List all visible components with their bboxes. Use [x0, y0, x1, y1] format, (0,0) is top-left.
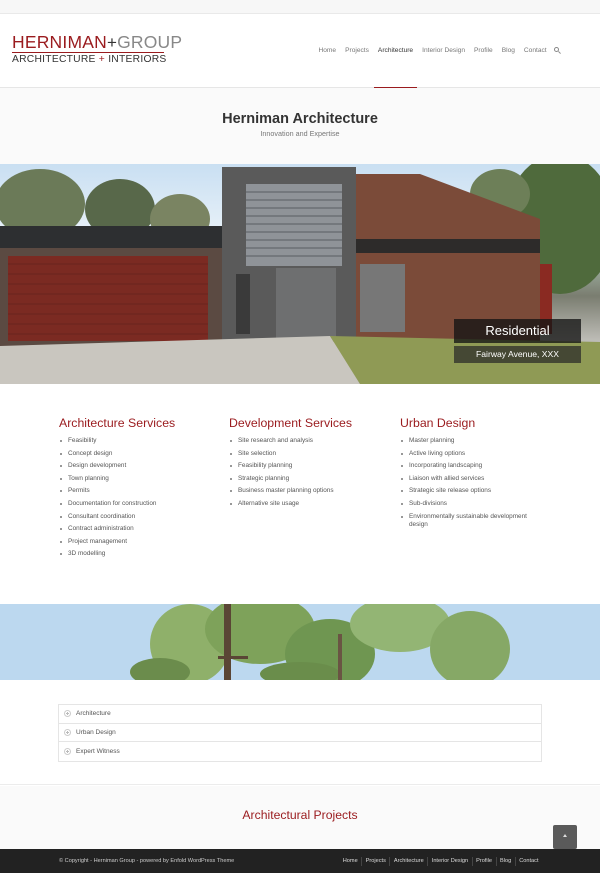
- footer-nav-projects[interactable]: Projects: [361, 856, 389, 866]
- list-item: Town planning: [59, 475, 209, 483]
- nav-projects[interactable]: Projects: [341, 14, 374, 88]
- top-bar: [0, 0, 600, 14]
- scroll-to-top-button[interactable]: [553, 825, 577, 849]
- projects-heading: Architectural Projects: [242, 808, 358, 822]
- footer-nav-home[interactable]: Home: [339, 857, 361, 866]
- list-item: Environmentally sustainable development …: [400, 513, 540, 529]
- footer-nav-blog[interactable]: Blog: [495, 856, 515, 866]
- list-item: 3D modelling: [59, 550, 209, 558]
- accordion: Architecture Urban Design Expert Witness: [58, 704, 542, 763]
- list-item: Contract administration: [59, 525, 209, 533]
- list-item: Documentation for construction: [59, 500, 209, 508]
- list-item: Business master planning options: [229, 487, 379, 495]
- logo-rule: [12, 52, 164, 53]
- accordion-label: Expert Witness: [76, 748, 120, 756]
- plus-icon: [64, 710, 71, 718]
- list-item: Active living options: [400, 450, 540, 458]
- accordion-item-expert-witness[interactable]: Expert Witness: [59, 742, 541, 761]
- list-item: Site selection: [229, 450, 379, 458]
- nav-architecture[interactable]: Architecture: [373, 14, 417, 89]
- service-list: Site research and analysis Site selectio…: [229, 437, 379, 508]
- nav-profile[interactable]: Profile: [470, 14, 498, 88]
- list-item: Feasibility: [59, 437, 209, 445]
- nav-interior-design[interactable]: Interior Design: [418, 14, 470, 88]
- nav-home[interactable]: Home: [314, 14, 341, 88]
- copyright-text: © Copyright - Herniman Group - powered b…: [59, 858, 235, 864]
- column-heading: Development Services: [229, 416, 353, 430]
- nav-contact[interactable]: Contact: [519, 14, 551, 88]
- hero-slider[interactable]: Residential Fairway Avenue, XXX: [0, 164, 600, 384]
- logo[interactable]: HERNIMAN+GROUP ARCHITECTURE + INTERIORS: [12, 32, 183, 66]
- title-section: Herniman Architecture Innovation and Exp…: [0, 88, 600, 164]
- list-item: Permits: [59, 487, 209, 495]
- service-list: Feasibility Concept design Design develo…: [59, 437, 209, 558]
- hero-caption-title[interactable]: Residential: [454, 319, 581, 343]
- list-item: Master planning: [400, 437, 540, 445]
- accordion-item-architecture[interactable]: Architecture: [59, 705, 541, 724]
- hero-caption-subtitle: Fairway Avenue, XXX: [454, 346, 581, 363]
- chevron-up-icon: [563, 834, 567, 837]
- site-footer: © Copyright - Herniman Group - powered b…: [0, 849, 600, 873]
- list-item: Sub-divisions: [400, 500, 540, 508]
- list-item: Alternative site usage: [229, 500, 379, 508]
- trees-banner-image: [0, 604, 600, 680]
- accordion-label: Urban Design: [76, 729, 116, 737]
- column-heading: Architecture Services: [59, 416, 176, 430]
- list-item: Strategic planning: [229, 475, 379, 483]
- footer-nav: Home Projects Architecture Interior Desi…: [339, 849, 542, 873]
- column-heading: Urban Design: [400, 416, 476, 430]
- site-header: HERNIMAN+GROUP ARCHITECTURE + INTERIORS …: [0, 14, 600, 89]
- footer-nav-contact[interactable]: Contact: [514, 856, 542, 866]
- list-item: Site research and analysis: [229, 437, 379, 445]
- services-column-architecture: Architecture Services Feasibility Concep…: [59, 416, 209, 563]
- services-section: Architecture Services Feasibility Concep…: [0, 384, 600, 604]
- list-item: Consultant coordination: [59, 513, 209, 521]
- projects-section: Architectural Projects: [0, 786, 600, 849]
- list-item: Strategic site release options: [400, 487, 540, 495]
- search-icon[interactable]: [553, 14, 567, 88]
- main-nav: Home Projects Architecture Interior Desi…: [314, 14, 567, 89]
- plus-icon: [64, 748, 71, 756]
- logo-wordmark: HERNIMAN+GROUP: [12, 32, 183, 53]
- list-item: Design development: [59, 462, 209, 470]
- list-item: Incorporating landscaping: [400, 462, 540, 470]
- accordion-item-urban-design[interactable]: Urban Design: [59, 724, 541, 743]
- nav-blog[interactable]: Blog: [497, 14, 519, 88]
- list-item: Concept design: [59, 450, 209, 458]
- page-subtitle: Innovation and Expertise: [260, 129, 340, 138]
- footer-nav-interior-design[interactable]: Interior Design: [427, 856, 471, 866]
- list-item: Feasibility planning: [229, 462, 379, 470]
- footer-nav-profile[interactable]: Profile: [471, 856, 496, 866]
- accordion-section: Architecture Urban Design Expert Witness: [0, 680, 600, 785]
- page-title: Herniman Architecture: [222, 111, 378, 127]
- services-column-urban-design: Urban Design Master planning Active livi…: [400, 416, 540, 533]
- logo-tagline: ARCHITECTURE + INTERIORS: [12, 54, 167, 65]
- service-list: Master planning Active living options In…: [400, 437, 540, 529]
- footer-nav-architecture[interactable]: Architecture: [389, 856, 427, 866]
- accordion-label: Architecture: [76, 710, 111, 718]
- plus-icon: [64, 729, 71, 737]
- list-item: Liaison with allied services: [400, 475, 540, 483]
- services-column-development: Development Services Site research and a…: [229, 416, 379, 513]
- list-item: Project management: [59, 538, 209, 546]
